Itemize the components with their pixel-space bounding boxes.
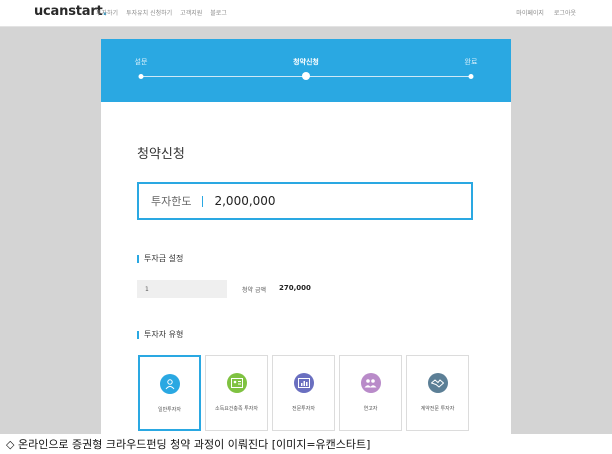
step-dot-complete [468, 74, 474, 79]
handshake-icon [427, 373, 448, 393]
nav-item-blog[interactable]: 블로그 [210, 8, 227, 17]
step-dot-subscription [302, 72, 310, 80]
nav-item-invest[interactable]: 투자하기 [96, 8, 118, 17]
investor-type-label: 연고자 [363, 406, 378, 412]
people-icon [360, 373, 381, 393]
person-icon [159, 374, 180, 394]
subscription-amount-label: 청약 금액 [242, 287, 266, 294]
nav-item-apply-funding[interactable]: 투자유치 신청하기 [126, 8, 172, 17]
step-progress-bar: 설문 청약신청 완료 [101, 39, 511, 102]
top-navigation-bar: ucanstart. 투자하기 투자유치 신청하기 고객지원 블로그 마이페이지… [0, 0, 612, 27]
step-dot-survey [138, 74, 144, 79]
investor-type-related-party[interactable]: 연고자 [339, 355, 402, 431]
investor-type-cards: 일반투자자 소득요건충족 투자자 전문투자자 연고자 계약전문 투자자 [138, 355, 469, 431]
image-caption: ◇ 온라인으로 증권형 크라우드펀딩 청약 과정이 이뤄진다 [이미지=유캔스타… [0, 434, 612, 454]
investor-type-professional[interactable]: 전문투자자 [272, 355, 335, 431]
investor-type-section-title: 투자자 유형 [137, 329, 183, 340]
limit-value: 2,000,000 [214, 194, 276, 208]
chart-icon [293, 373, 314, 393]
user-nav: 마이페이지 로그아웃 [516, 8, 576, 17]
investor-type-contract-professional[interactable]: 계약전문 투자자 [406, 355, 469, 431]
investor-type-general[interactable]: 일반투자자 [138, 355, 201, 431]
id-card-icon [226, 373, 247, 393]
step-label-complete: 완료 [464, 58, 478, 66]
logo-text: ucanstart [34, 4, 103, 19]
step-label-subscription: 청약신청 [293, 58, 319, 66]
amount-section-title: 투자금 설정 [137, 253, 183, 264]
nav-item-support[interactable]: 고객지원 [180, 8, 202, 17]
limit-label: 투자한도 [151, 195, 192, 208]
page-title: 청약신청 [137, 147, 185, 162]
quantity-input[interactable]: 1 [137, 280, 227, 298]
investor-type-label: 일반투자자 [157, 407, 181, 413]
limit-divider [202, 195, 204, 207]
subscription-panel: 설문 청약신청 완료 청약신청 투자한도 2,000,000 투자금 설정 1 … [101, 39, 511, 434]
investor-type-label: 전문투자자 [291, 406, 315, 412]
investor-type-income-qualified[interactable]: 소득요건충족 투자자 [205, 355, 268, 431]
subscription-amount-value: 270,000 [279, 284, 311, 292]
nav-item-mypage[interactable]: 마이페이지 [516, 8, 544, 17]
nav-item-logout[interactable]: 로그아웃 [554, 8, 576, 17]
investor-type-label: 계약전문 투자자 [420, 406, 455, 412]
step-label-survey: 설문 [134, 58, 148, 66]
investment-limit-box: 투자한도 2,000,000 [137, 182, 473, 220]
main-nav: 투자하기 투자유치 신청하기 고객지원 블로그 [96, 8, 227, 17]
investor-type-label: 소득요건충족 투자자 [215, 406, 258, 412]
